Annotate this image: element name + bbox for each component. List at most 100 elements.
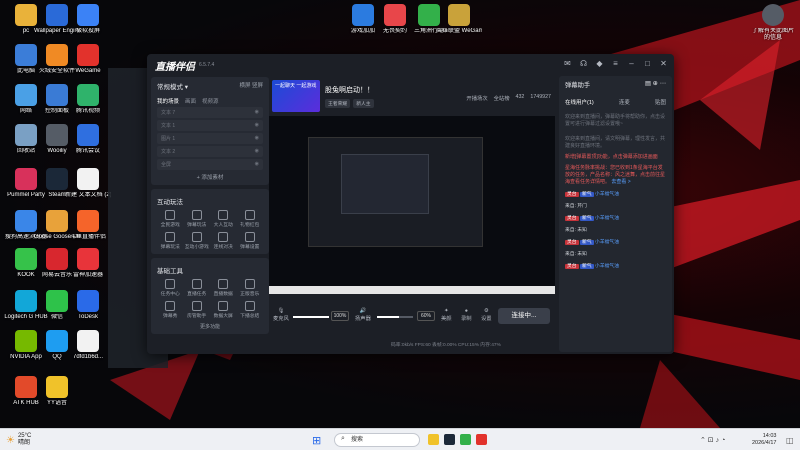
menu-icon[interactable]: ≡ bbox=[611, 59, 620, 68]
go-live-button[interactable]: 连接中... bbox=[498, 308, 550, 324]
tab-online-users[interactable]: 在线用户(1) bbox=[565, 98, 594, 106]
speaker-volume-value[interactable]: 60% bbox=[417, 311, 435, 321]
desktop-icon[interactable]: 斗鱼直播伴侣 bbox=[65, 210, 111, 241]
tab-sticker[interactable]: 贴图 bbox=[655, 98, 666, 106]
tool-button[interactable]: 房管助手 bbox=[184, 301, 211, 319]
file-explorer-icon[interactable] bbox=[428, 434, 439, 445]
danmaku-username[interactable]: 小羊福气油 bbox=[595, 264, 619, 269]
mic-volume-value[interactable]: 100% bbox=[331, 311, 349, 321]
tool-button[interactable]: 弹幕玩法 bbox=[184, 210, 211, 228]
cover-thumbnail[interactable]: 一起聊天 一起游戏 bbox=[272, 80, 320, 112]
tab-mic-link[interactable]: 连麦 bbox=[619, 98, 630, 106]
add-material-button[interactable]: + 添加素材 bbox=[157, 173, 263, 181]
desktop-icon[interactable]: 极软投屏 bbox=[65, 4, 111, 35]
record-button[interactable]: ● 录制 bbox=[461, 308, 472, 322]
tray-icons[interactable]: ⌃ ⊡ ♪ ◔ bbox=[700, 432, 725, 448]
tool-button[interactable]: 下播总结 bbox=[237, 301, 264, 319]
stream-title[interactable]: 股兔啊启动！！ bbox=[325, 85, 374, 95]
headset-icon[interactable]: ☊ bbox=[579, 59, 588, 68]
tool-button[interactable]: 弹幕设置 bbox=[237, 232, 264, 250]
image-info-icon[interactable]: 了解有关此图片的信息 bbox=[750, 4, 796, 42]
eye-icon[interactable]: ◉ bbox=[255, 122, 259, 129]
search-input[interactable]: 搜索 bbox=[334, 433, 420, 447]
scene-item[interactable]: 文本 2 ◉ bbox=[157, 146, 263, 157]
landscape-button[interactable]: 横屏 bbox=[239, 83, 250, 89]
mic-slider[interactable] bbox=[293, 316, 329, 318]
eye-icon[interactable]: ◉ bbox=[255, 148, 259, 155]
mail-icon[interactable]: ✉ bbox=[563, 59, 572, 68]
tool-button[interactable]: 弹幕玩法 bbox=[157, 232, 184, 250]
danmaku-entry[interactable]: 灵台 新气 小羊福气油 bbox=[565, 215, 666, 222]
mic-control[interactable]: 🎙 麦克风 bbox=[273, 308, 289, 322]
tool-label: 全民游戏 bbox=[160, 223, 180, 228]
tool-button[interactable]: 数据大屏 bbox=[210, 301, 237, 319]
tool-button[interactable]: 直播任务 bbox=[184, 279, 211, 297]
steam-taskbar-icon[interactable] bbox=[444, 434, 455, 445]
tab-video-source[interactable]: 视频源 bbox=[202, 97, 219, 105]
desktop-icon[interactable]: 雷神加速器 bbox=[65, 248, 111, 279]
shirt-icon[interactable]: ◆ bbox=[595, 59, 604, 68]
tab-picture[interactable]: 画面 bbox=[185, 97, 196, 105]
live-sessions[interactable]: 开播场次 bbox=[466, 94, 487, 102]
desktop-icon[interactable]: 英雄联盟 WeGame版 bbox=[436, 4, 482, 35]
tool-button[interactable]: 连线对决 bbox=[210, 232, 237, 250]
scene-item[interactable]: 图片 1 ◉ bbox=[157, 133, 263, 144]
tab-my-scenes[interactable]: 我的场景 bbox=[157, 97, 179, 105]
weather-widget[interactable]: ☀ 25°C 晴朗 bbox=[6, 432, 31, 448]
eye-icon[interactable]: ◉ bbox=[255, 135, 259, 142]
desktop-icon[interactable]: 腾讯会议 bbox=[65, 124, 111, 155]
desktop-icon[interactable]: 7dfd1b6d... bbox=[65, 330, 111, 361]
scene-item[interactable]: 全屏 ◉ bbox=[157, 159, 263, 170]
tool-button[interactable]: 直播数据 bbox=[210, 279, 237, 297]
delta-force-taskbar-icon[interactable] bbox=[460, 434, 471, 445]
more-features-button[interactable]: 更多功能 bbox=[157, 323, 263, 330]
settings-button[interactable]: ⚙ 设置 bbox=[481, 308, 492, 322]
tool-button[interactable]: 弹幕秀 bbox=[157, 301, 184, 319]
speaker-slider[interactable] bbox=[377, 316, 413, 318]
tool-button[interactable]: 互动小游戏 bbox=[184, 232, 211, 250]
clock[interactable]: 14:03 2026/4/17 bbox=[752, 432, 776, 448]
danmaku-username[interactable]: 小羊福气油 bbox=[595, 240, 619, 245]
danmaku-entry[interactable]: 灵台 新气 小羊福气油 bbox=[565, 263, 666, 270]
maximize-icon[interactable]: □ bbox=[643, 59, 652, 68]
eye-icon[interactable]: ◉ bbox=[255, 161, 259, 168]
scene-item[interactable]: 文本 7 ◉ bbox=[157, 107, 263, 118]
eye-icon[interactable]: ◉ bbox=[255, 109, 259, 116]
app-titlebar[interactable]: 直播伴侣 6.5.7.4 ✉ ☊ ◆ ≡ – □ ✕ bbox=[147, 54, 674, 76]
portrait-button[interactable]: 竖屏 bbox=[252, 83, 263, 89]
desktop-icon[interactable]: 新建 文本文档 (2) bbox=[65, 168, 111, 199]
tool-button[interactable]: 正版音乐 bbox=[237, 279, 264, 297]
tool-button[interactable]: 任务中心 bbox=[157, 279, 184, 297]
beauty-button[interactable]: ✦ 美颜 bbox=[441, 308, 452, 322]
close-icon[interactable]: ✕ bbox=[659, 59, 668, 68]
start-icon[interactable]: ⊞ bbox=[312, 432, 321, 448]
stream-preview[interactable] bbox=[269, 116, 555, 294]
tool-button[interactable]: 礼物红包 bbox=[237, 210, 264, 228]
site-rank[interactable]: 全站榜 bbox=[494, 94, 510, 102]
task-link[interactable]: 去查看 > bbox=[611, 179, 630, 185]
mode-selector[interactable]: 常规模式 ▾ bbox=[157, 81, 188, 91]
tool-icon bbox=[218, 279, 229, 289]
feature-notice[interactable]: 新增[弹幕置顶]功能，点击弹幕添加进画面 bbox=[565, 154, 666, 161]
desktop-icon[interactable]: WeGame bbox=[65, 44, 111, 75]
danmaku-username[interactable]: 小羊福气油 bbox=[595, 192, 619, 197]
live-companion-taskbar-icon[interactable] bbox=[476, 434, 487, 445]
danmaku-username[interactable]: 小羊福气油 bbox=[595, 216, 619, 221]
notification-icon[interactable]: ◫ bbox=[786, 432, 794, 448]
danmaku-entry[interactable]: 灵台 新气 小羊福气油 bbox=[565, 239, 666, 246]
panel-options-icon[interactable]: ▤ ⊕ ⋯ bbox=[645, 80, 666, 89]
scene-card: 常规模式 ▾ 横屏 竖屏 我的场景 画面 视频源 文本 7 ◉ 文本 1 ◉ 图片 1 ◉… bbox=[151, 77, 269, 185]
desktop-icon[interactable]: 腾讯视频 bbox=[65, 84, 111, 115]
speaker-control[interactable]: 🔊 扬声器 bbox=[355, 308, 371, 322]
tool-button[interactable]: 大人互动 bbox=[210, 210, 237, 228]
fan-badge: 灵台 bbox=[565, 216, 579, 221]
desktop-icon[interactable]: ToDesk bbox=[65, 290, 111, 321]
minimize-icon[interactable]: – bbox=[627, 59, 636, 68]
app-icon bbox=[77, 210, 99, 232]
danmaku-entry[interactable]: 灵台 新气 小羊福气油 bbox=[565, 191, 666, 198]
tool-button[interactable]: 全民游戏 bbox=[157, 210, 184, 228]
category-tag[interactable]: 王者荣耀 bbox=[325, 98, 351, 108]
app-icon bbox=[77, 84, 99, 106]
scene-item[interactable]: 文本 1 ◉ bbox=[157, 120, 263, 131]
desktop-icon[interactable]: YY语音 bbox=[34, 376, 80, 407]
